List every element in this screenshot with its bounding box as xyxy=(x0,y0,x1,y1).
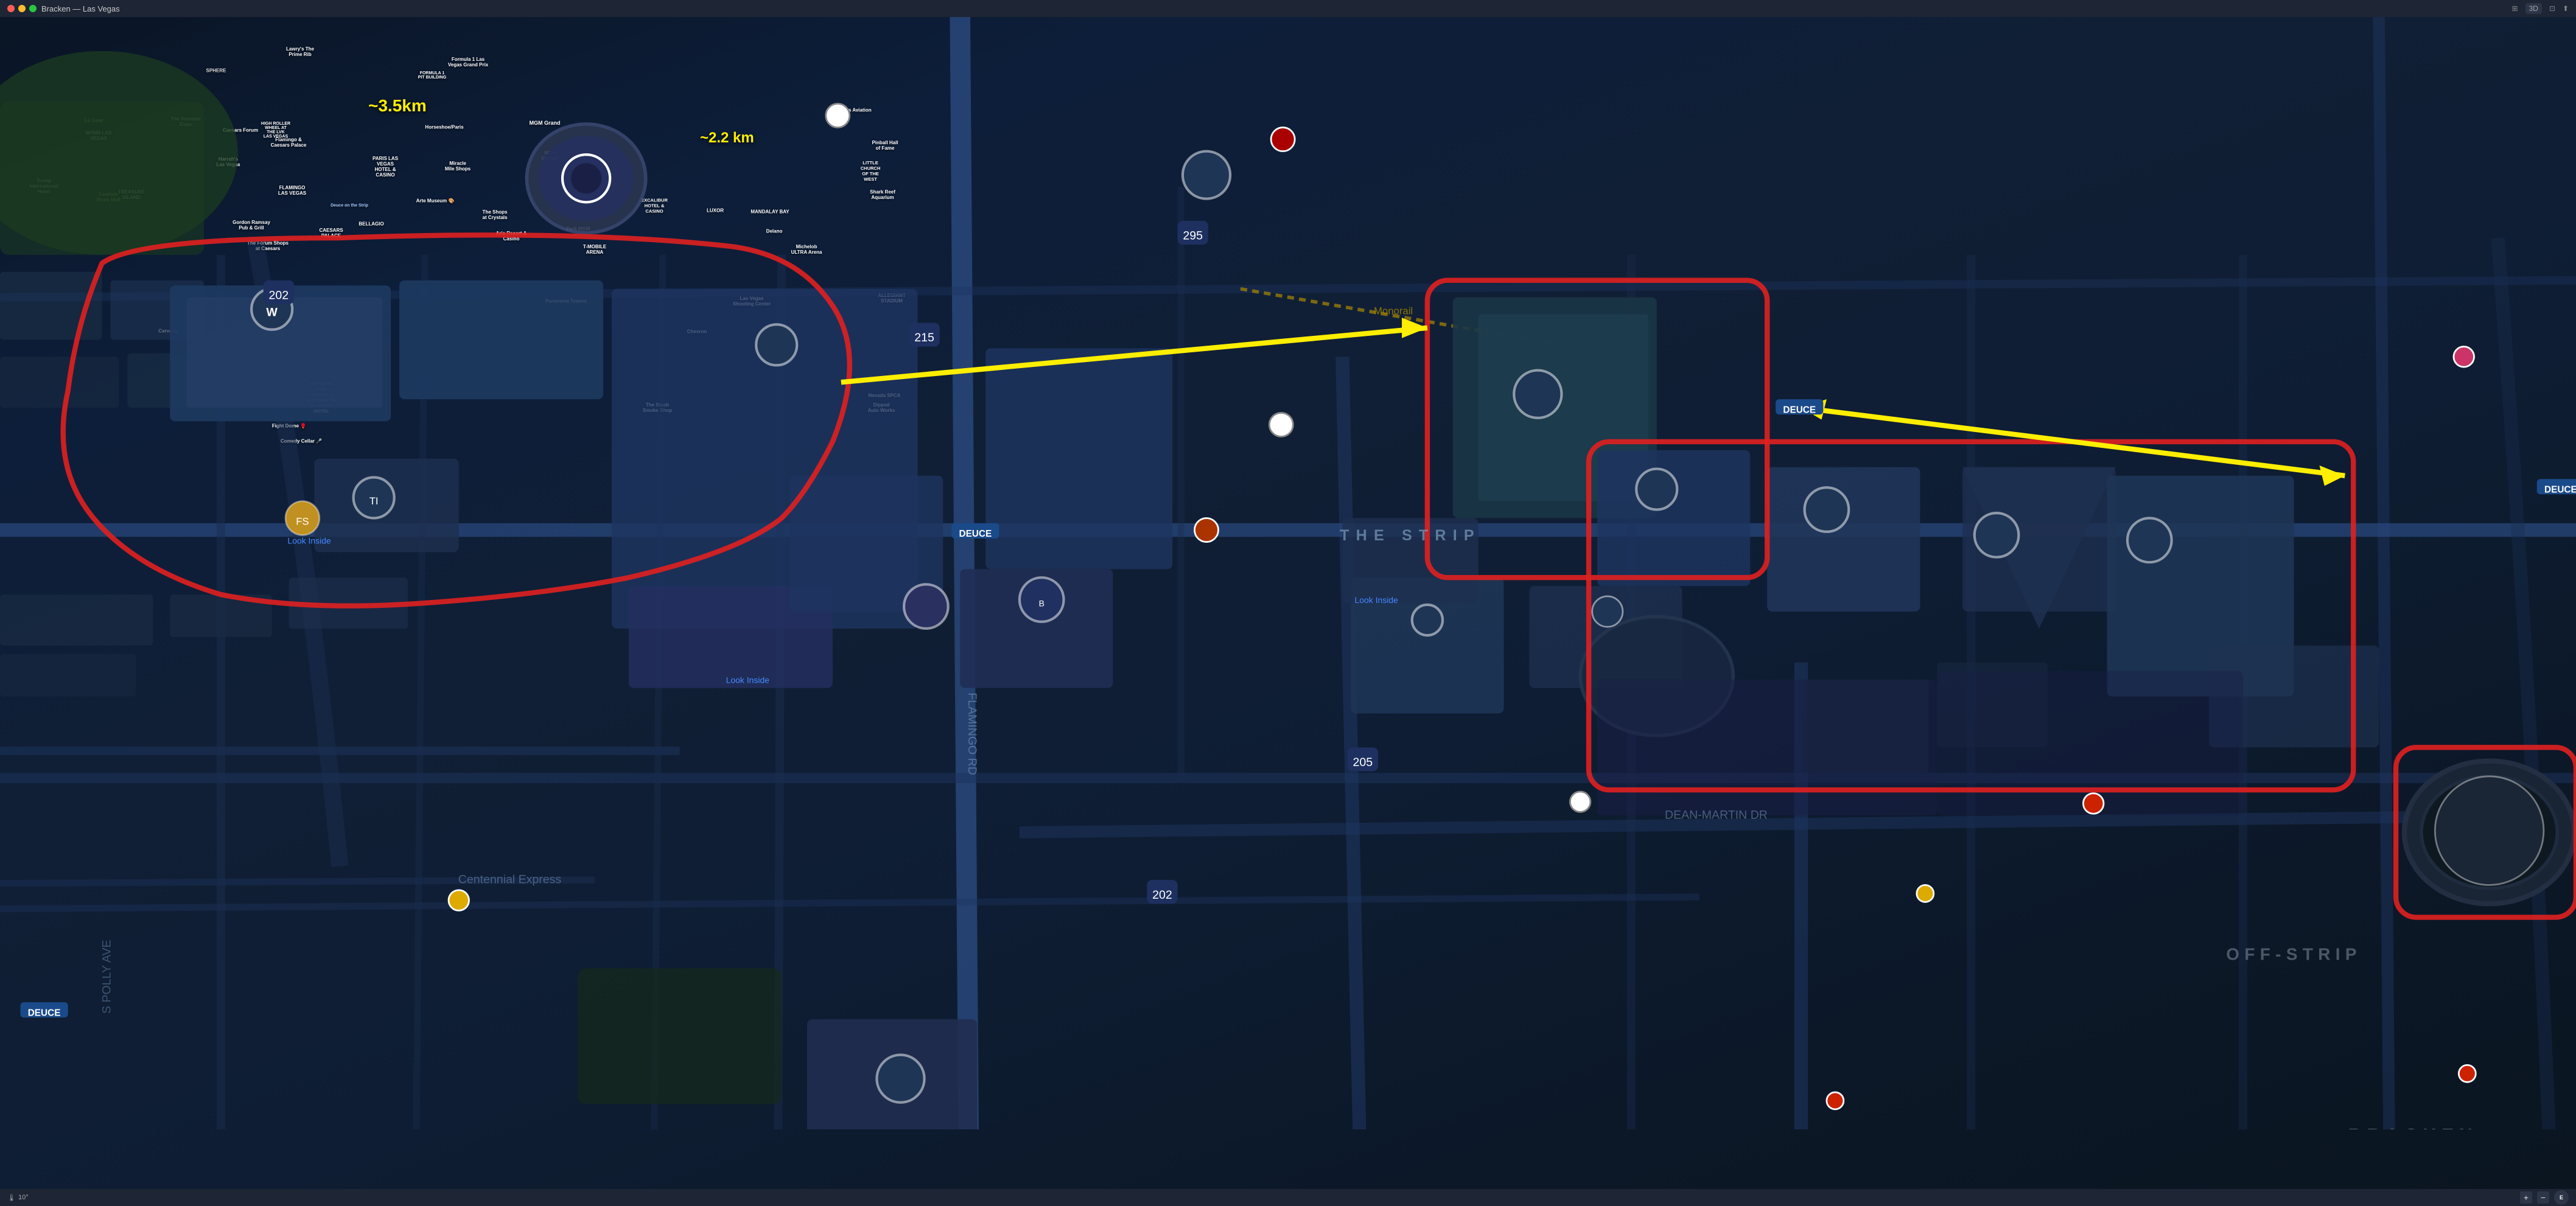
grid-icon: ⊡ xyxy=(2549,4,2555,13)
thermometer-icon: 🌡 xyxy=(7,1194,16,1202)
titlebar: Bracken — Las Vegas ⊞ 3D ⊡ ⬆ xyxy=(0,0,2576,17)
map-controls[interactable]: + − E xyxy=(2520,1190,2569,1205)
map-background xyxy=(0,17,2576,1189)
map-controls-icon: ⊞ xyxy=(2511,4,2518,13)
titlebar-right: ⊞ 3D ⊡ ⬆ xyxy=(2511,3,2569,14)
close-button[interactable] xyxy=(7,5,15,12)
bottombar: 🌡 10° + − E xyxy=(0,1189,2576,1206)
compass-indicator[interactable]: E xyxy=(2554,1190,2569,1205)
share-icon: ⬆ xyxy=(2563,4,2569,13)
temperature-value: 10° xyxy=(18,1194,29,1201)
zoom-out-button[interactable]: − xyxy=(2537,1191,2549,1204)
zoom-in-button[interactable]: + xyxy=(2520,1191,2532,1204)
titlebar-left: Bracken — Las Vegas xyxy=(7,4,120,13)
temperature-display: 🌡 10° xyxy=(7,1194,29,1202)
3d-button[interactable]: 3D xyxy=(2525,3,2542,14)
map-view[interactable]: Monorail xyxy=(0,17,2576,1189)
window-title: Bracken — Las Vegas xyxy=(41,4,120,13)
traffic-lights[interactable] xyxy=(7,5,37,12)
maximize-button[interactable] xyxy=(29,5,37,12)
minimize-button[interactable] xyxy=(18,5,26,12)
